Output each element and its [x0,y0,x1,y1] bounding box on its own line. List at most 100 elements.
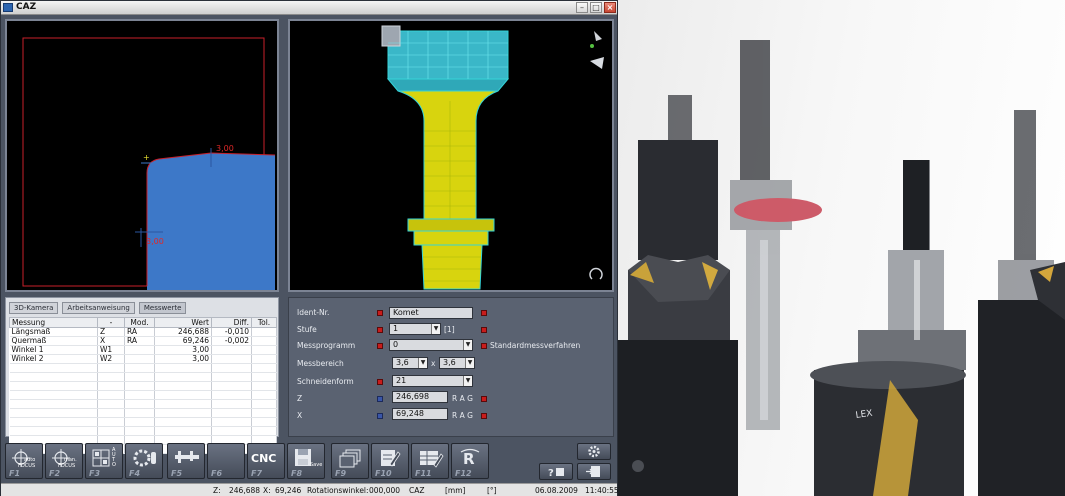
f9-layers-button[interactable]: F9 [331,443,369,479]
exit-button[interactable] [577,463,611,480]
dimension-label-top: 3,00 [216,144,234,153]
f4-insert-button[interactable]: F4 [125,443,163,479]
cell-tolerance [251,354,277,364]
status-date: 06.08.2009 [535,486,578,495]
chevron-down-icon[interactable]: ▼ [465,358,474,368]
chevron-down-icon[interactable]: ▼ [463,376,472,386]
f5-label: F5 [171,469,183,478]
stufe-marker-icon [377,327,383,333]
model-3d-view[interactable] [288,19,614,292]
f11-label: F11 [415,469,432,478]
f4-label: F4 [129,469,141,478]
col-header-axis[interactable]: - [97,317,125,328]
messprogramm-marker-right-icon [481,343,487,349]
cell-diff: -0,010 [211,327,252,337]
table-row[interactable]: Winkel 2 W2 3,00 [9,354,277,364]
status-rotation-label: Rotationswinkel: [307,486,369,495]
x-field[interactable]: 69,248 [392,408,448,420]
cell-measurement: Winkel 2 [9,354,98,364]
stufe-count: [1] [444,325,455,334]
col-header-value[interactable]: Wert [154,317,212,328]
x-marker-icon [377,413,383,419]
schneidenform-select[interactable]: 21 ▼ [392,375,473,387]
messbereich-select-a[interactable]: 3,6 ▼ [392,357,428,369]
f8-save-button[interactable]: Save F8 [287,443,325,479]
maximize-button[interactable]: □ [590,2,602,13]
status-z-value: 246,688 [229,486,261,495]
parameter-panel: Ident-Nr. Komet Stufe 1 ▼ [1] Messprogra… [288,297,614,437]
chevron-down-icon[interactable]: ▼ [463,340,472,350]
messprogramm-select[interactable]: 0 ▼ [389,339,473,351]
messbereich-a-value: 3,6 [396,358,409,367]
f3-sub-1: A U T O [112,447,116,468]
x-marker-right-icon [481,413,487,419]
col-header-mode[interactable]: Mod. [124,317,155,328]
col-header-tolerance[interactable]: Tol. [251,317,277,328]
stufe-select[interactable]: 1 ▼ [389,323,441,335]
cell-measurement: Längsmaß [9,327,98,337]
settings-button[interactable] [577,443,611,460]
gear-icon [588,445,600,458]
svg-text:R: R [463,450,475,468]
table-row[interactable]: Quermaß X RA 69,246 -0,002 [9,336,277,346]
f2-label: F2 [49,469,61,478]
chevron-down-icon[interactable]: ▼ [418,358,427,368]
status-x-value: 69,246 [275,486,302,495]
tab-work-instruction[interactable]: Arbeitsanweisung [62,302,135,314]
f10-label: F10 [375,469,392,478]
cell-value: 3,00 [154,354,212,364]
cell-mode [124,354,155,364]
f1-label: F1 [9,469,21,478]
col-header-diff[interactable]: Diff. [211,317,252,328]
tab-3d-camera[interactable]: 3D-Kamera [9,302,59,314]
svg-text:+: + [143,153,150,162]
cell-axis: W1 [97,345,125,355]
empty-row [9,408,277,418]
f7-cnc-button[interactable]: CNC F7 [247,443,285,479]
help-icon: ? [548,468,564,479]
messprogramm-label: Messprogramm [297,341,356,350]
stage: CAZ – □ × + 3,00 3,00 3D-Kamera Arbeitsa… [0,0,1065,496]
schneidenform-marker-icon [377,379,383,385]
r-tool-icon: R [460,448,480,468]
close-button[interactable]: × [604,2,616,13]
title-bar[interactable]: CAZ – □ × [1,1,617,15]
z-label: Z [297,394,303,403]
camera-2d-view[interactable]: + 3,00 3,00 [5,19,279,292]
f3-auto-button[interactable]: A U T O F3 [85,443,123,479]
ident-field[interactable]: Komet [389,307,473,319]
help-button[interactable]: ? [539,463,573,480]
tool-holders-photo: LEX [618,0,1065,496]
cell-diff [211,354,252,364]
svg-text:?: ? [548,468,554,479]
window-title: CAZ [16,2,37,12]
empty-row [9,381,277,391]
f1-auto-focus-button[interactable]: auto FOCUS F1 [5,443,43,479]
table-row[interactable]: Längsmaß Z RA 246,688 -0,010 [9,327,277,337]
f2-manual-focus-button[interactable]: man. FOCUS F2 [45,443,83,479]
chevron-down-icon[interactable]: ▼ [431,324,440,334]
tab-measured-values[interactable]: Messwerte [138,302,187,314]
z-rag: R A G [452,394,473,403]
ident-marker-right-icon [481,310,487,316]
minimize-button[interactable]: – [576,2,588,13]
f10-edit-button[interactable]: F10 [371,443,409,479]
f12-label: F12 [455,469,472,478]
f6-button[interactable]: F6 [207,443,245,479]
cell-mode: RA [124,327,155,337]
cell-value: 3,00 [154,345,212,355]
table-row[interactable]: Winkel 1 W1 3,00 [9,345,277,355]
exit-door-icon [586,466,600,477]
cell-mode [124,345,155,355]
edit-icon [381,450,401,467]
tab-strip: 3D-Kamera Arbeitsanweisung Messwerte [9,302,190,314]
f12-r-tool-button[interactable]: R F12 [451,443,489,479]
f8-label: F8 [291,469,303,478]
z-field[interactable]: 246,698 [392,391,448,403]
f5-caliper-button[interactable]: F5 [167,443,205,479]
f11-table-edit-button[interactable]: F11 [411,443,449,479]
messbereich-select-b[interactable]: 3,6 ▼ [439,357,475,369]
col-header-measurement[interactable]: Messung [9,317,98,328]
cnc-icon: CNC [251,452,277,465]
empty-row [9,399,277,409]
